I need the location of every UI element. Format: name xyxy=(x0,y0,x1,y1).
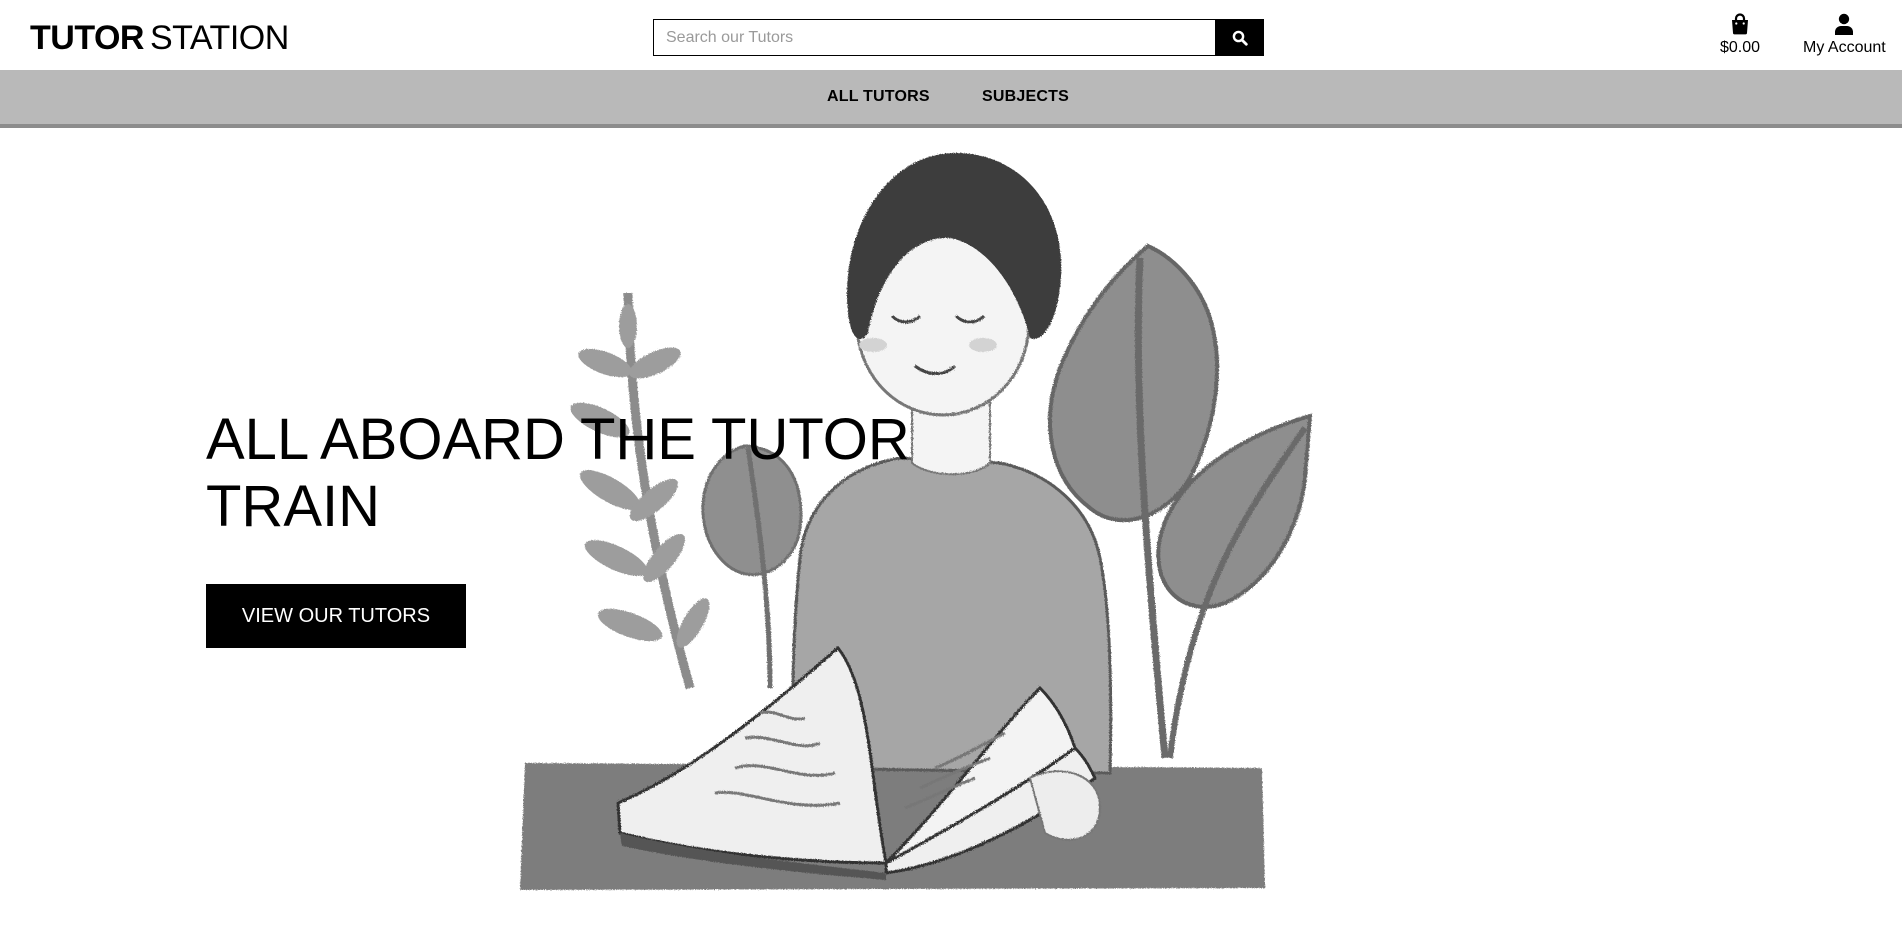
logo-light-text: STATION xyxy=(149,19,289,57)
shopping-bag-link[interactable]: $0.00 xyxy=(1720,13,1760,57)
bag-total: $0.00 xyxy=(1720,39,1761,56)
site-header: TUTORSTATION $0.00 My Account xyxy=(0,0,1902,70)
logo-bold-text: TUTOR xyxy=(30,19,144,57)
search-icon xyxy=(1232,30,1248,46)
my-account-label: My Account xyxy=(1803,39,1886,56)
site-logo[interactable]: TUTOR STATION xyxy=(30,18,289,58)
search-form xyxy=(653,19,1264,56)
shopping-bag-icon xyxy=(1732,13,1749,35)
user-icon xyxy=(1835,13,1854,35)
hero-section: ALL ABOARD THE TUTOR TRAIN VIEW OUR TUTO… xyxy=(0,128,1902,933)
my-account-link[interactable]: My Account xyxy=(1803,13,1886,57)
nav-subjects[interactable]: SUBJECTS xyxy=(982,88,1069,106)
hero-title: ALL ABOARD THE TUTOR TRAIN xyxy=(206,407,910,539)
nav-all-tutors[interactable]: ALL TUTORS xyxy=(827,88,930,106)
search-button[interactable] xyxy=(1215,19,1264,56)
search-input[interactable] xyxy=(653,19,1215,56)
view-tutors-button[interactable]: VIEW OUR TUTORS xyxy=(206,584,466,648)
main-navigation: ALL TUTORS SUBJECTS xyxy=(0,70,1902,128)
